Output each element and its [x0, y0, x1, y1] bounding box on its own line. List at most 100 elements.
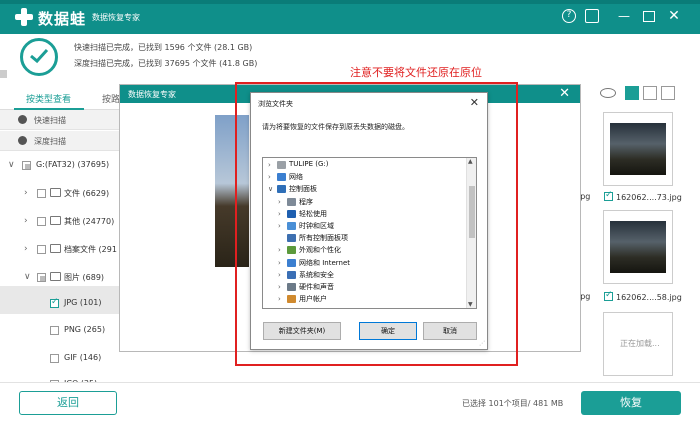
list-view-icon[interactable]: [643, 86, 657, 100]
format-checkbox[interactable]: [50, 354, 59, 363]
chevron-down-icon[interactable]: ∨: [268, 185, 273, 193]
chevron-right-icon[interactable]: ›: [278, 259, 281, 267]
dialog-description: 请为将要恢复的文件保存到原丢失数据的磁盘。: [262, 123, 409, 131]
help-icon[interactable]: ?: [562, 9, 576, 23]
thumbnail[interactable]: [603, 210, 673, 284]
image-icon: [50, 272, 61, 281]
folder-icon: [287, 234, 296, 243]
scrollbar-thumb[interactable]: [469, 186, 475, 238]
scrollbar[interactable]: ▲ ▼: [466, 158, 476, 308]
thumbnail-label[interactable]: 162062....73.jpg: [604, 190, 682, 202]
chevron-right-icon[interactable]: ›: [278, 222, 281, 230]
folder-tree-label: 系统和安全: [299, 270, 334, 279]
thumbnail-label[interactable]: 162062....58.jpg: [604, 290, 682, 302]
chevron-down-icon[interactable]: ∨: [24, 272, 31, 282]
thumbnail-image: [610, 123, 666, 175]
scroll-up-icon[interactable]: ▲: [468, 158, 473, 165]
folder-tree-label: 外观和个性化: [299, 246, 341, 255]
deep-scan-label: 深度扫描: [34, 137, 66, 146]
thumbnail-checkbox[interactable]: [604, 290, 613, 301]
folder-icon: [287, 283, 296, 291]
ok-button[interactable]: 确定: [359, 322, 417, 340]
grid-view-icon[interactable]: [625, 86, 639, 100]
folder-icon: [287, 222, 296, 230]
brand-subtitle: 数据恢复专家: [92, 13, 140, 22]
dialog-title: 浏览文件夹: [258, 100, 293, 108]
chevron-right-icon[interactable]: ›: [278, 210, 281, 218]
folder-tree-label: TULIPE (G:): [289, 160, 329, 168]
new-folder-button[interactable]: 新建文件夹(M): [263, 322, 341, 340]
thumbnail-filename: 162062....73.jpg: [616, 193, 682, 202]
browse-folder-dialog: 浏览文件夹 ✕ 请为将要恢复的文件保存到原丢失数据的磁盘。 › TULIPE (G…: [250, 92, 488, 350]
recover-button[interactable]: 恢复: [581, 391, 681, 415]
folder-tree-label: 所有控制面板项: [299, 234, 348, 243]
tab-by-type[interactable]: 按类型查看: [26, 92, 71, 105]
chevron-right-icon[interactable]: ›: [278, 283, 281, 291]
close-icon[interactable]: ✕: [559, 86, 570, 101]
chevron-right-icon[interactable]: ›: [24, 188, 28, 198]
chevron-right-icon[interactable]: ›: [24, 216, 28, 226]
folder-tree-label: 网络: [289, 173, 303, 182]
chevron-down-icon[interactable]: ∨: [8, 160, 15, 170]
folder-icon: [287, 258, 296, 267]
folder-tree-label: 轻松使用: [299, 209, 327, 218]
folder-tree-label: 控制面板: [289, 185, 317, 194]
thumbnail-image: [610, 221, 666, 273]
cancel-button[interactable]: 取消: [423, 322, 477, 340]
category-checkbox[interactable]: [37, 273, 46, 282]
brand-name: 数据蛙: [38, 10, 87, 28]
side-edge: [0, 70, 7, 78]
category-checkbox[interactable]: [37, 245, 46, 254]
format-checkbox[interactable]: [50, 297, 59, 308]
save-icon[interactable]: [585, 9, 599, 23]
category-label: 图片 (689): [64, 273, 105, 282]
folder-tree-label: 时钟和区域: [299, 222, 334, 230]
thumbnail[interactable]: [603, 112, 673, 186]
preview-title: 数据恢复专家: [128, 90, 176, 99]
check-icon: [18, 136, 27, 145]
title-bar: 数据蛙 数据恢复专家 ? — ✕: [0, 0, 700, 34]
drive-checkbox[interactable]: [22, 161, 31, 170]
category-checkbox[interactable]: [37, 189, 46, 198]
scroll-down-icon[interactable]: ▼: [468, 301, 473, 308]
detail-view-icon[interactable]: [661, 86, 675, 100]
category-label: 文件 (6629): [64, 189, 110, 198]
format-item[interactable]: GIF (146): [50, 350, 170, 370]
top-strip: [0, 0, 700, 4]
check-icon: [18, 115, 27, 124]
chevron-right-icon[interactable]: ›: [278, 295, 281, 303]
format-label: GIF (146): [64, 353, 102, 362]
format-label: PNG (265): [64, 325, 106, 334]
warning-annotation: 注意不要将文件还原在原位: [350, 66, 482, 79]
check-icon: [20, 38, 58, 76]
file-icon: [50, 188, 61, 197]
chevron-right-icon[interactable]: ›: [24, 244, 28, 254]
close-icon[interactable]: ✕: [470, 96, 479, 109]
close-icon[interactable]: ✕: [667, 9, 681, 23]
footer-bar: 返回 已选择 101个项目/ 481 MB 恢复: [0, 382, 700, 434]
eye-icon[interactable]: [600, 88, 616, 98]
chevron-right-icon[interactable]: ›: [278, 271, 281, 279]
category-label: 其他 (24770): [64, 217, 115, 226]
chevron-right-icon[interactable]: ›: [278, 198, 281, 206]
folder-tree[interactable]: › TULIPE (G:) › 网络 ∨ 控制面板 › 程序 › 轻松使用 › 时钟和区域 所有控制面板…: [262, 157, 477, 309]
category-checkbox[interactable]: [37, 217, 46, 226]
format-checkbox[interactable]: [50, 326, 59, 335]
folder-icon: [287, 295, 296, 304]
format-label: JPG (101): [64, 298, 102, 307]
thumbnail-checkbox[interactable]: [604, 190, 613, 201]
deep-scan-status: 深度扫描已完成，已找到 37695 个文件 (41.8 GB): [74, 59, 258, 68]
resize-grip-icon[interactable]: ⋰: [479, 340, 485, 347]
quick-scan-label: 快速扫描: [34, 116, 66, 125]
chevron-right-icon[interactable]: ›: [268, 161, 271, 169]
chevron-right-icon[interactable]: ›: [278, 246, 281, 254]
tab-by-path[interactable]: 按路: [102, 92, 120, 105]
thumbnail-filename: 162062....58.jpg: [616, 293, 682, 302]
quick-scan-status: 快速扫描已完成，已找到 1596 个文件 (28.1 GB): [74, 43, 253, 52]
chevron-right-icon[interactable]: ›: [268, 173, 271, 181]
back-button[interactable]: 返回: [19, 391, 117, 415]
minimize-icon[interactable]: —: [617, 9, 631, 23]
maximize-icon[interactable]: [643, 11, 655, 22]
folder-tree-label: 硬件和声音: [299, 283, 334, 291]
folder-icon: [287, 197, 296, 206]
